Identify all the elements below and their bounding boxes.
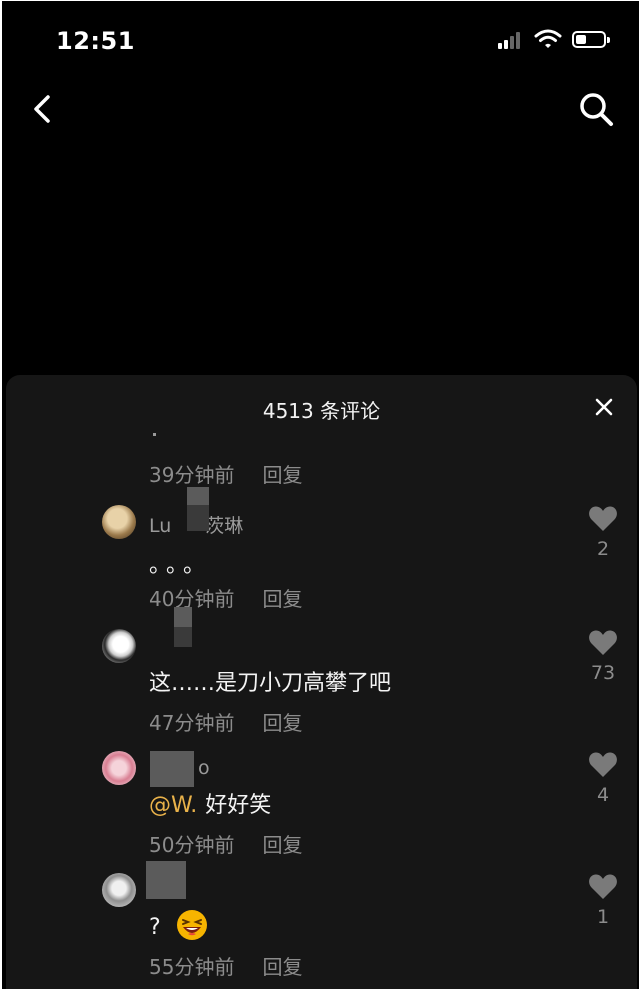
heart-icon — [589, 874, 617, 899]
battery-icon — [572, 31, 610, 48]
redaction-block — [150, 751, 194, 787]
comment-time: 55分钟前 — [149, 955, 235, 979]
heart-icon — [589, 506, 617, 531]
phone-screen: 12:51 4513 条评论 39分钟前 回复 Lu 茨琳 。。。 40分钟前 … — [2, 1, 639, 989]
comments-sheet: 4513 条评论 39分钟前 回复 Lu 茨琳 。。。 40分钟前 回复 2 这… — [6, 375, 637, 989]
mention-link[interactable]: @W. — [149, 793, 197, 818]
avatar — [102, 505, 136, 539]
wifi-icon — [534, 28, 562, 54]
comment-text: 。。。 — [149, 553, 212, 578]
comment-text: 这……是刀小刀高攀了吧 — [149, 671, 392, 696]
comment-meta: 40分钟前 回复 — [149, 583, 302, 612]
close-button[interactable] — [592, 395, 616, 419]
reply-button[interactable]: 回复 — [262, 951, 302, 980]
comment-time: 39分钟前 — [149, 463, 235, 487]
reply-button[interactable]: 回复 — [262, 707, 302, 736]
like-button[interactable]: 4 — [586, 751, 620, 806]
like-button[interactable]: 1 — [586, 873, 620, 928]
redaction-block — [187, 487, 209, 505]
status-time: 12:51 — [56, 27, 135, 55]
sheet-title: 4513 条评论 — [262, 399, 381, 423]
like-count: 73 — [590, 662, 616, 684]
reply-button[interactable]: 回复 — [262, 583, 302, 612]
avatar — [102, 873, 136, 907]
signal-icon — [498, 31, 524, 49]
like-count: 2 — [596, 538, 610, 560]
reply-button[interactable]: 回复 — [262, 459, 302, 488]
cut-off-text — [153, 433, 156, 436]
laughing-emoji-icon — [176, 909, 208, 947]
comment-text: @W. 好好笑 — [149, 793, 272, 818]
search-button[interactable] — [576, 89, 616, 129]
comment-time: 47分钟前 — [149, 711, 235, 735]
comment-meta: 55分钟前 回复 — [149, 951, 302, 980]
close-icon — [595, 398, 613, 416]
comment-meta: 47分钟前 回复 — [149, 707, 302, 736]
comment-meta: 50分钟前 回复 — [149, 829, 302, 858]
redaction-block — [146, 861, 186, 899]
like-button[interactable]: 2 — [586, 505, 620, 560]
like-button[interactable]: 73 — [586, 629, 620, 684]
avatar — [102, 629, 136, 663]
comment-time: 50分钟前 — [149, 833, 235, 857]
back-button[interactable] — [28, 89, 58, 129]
status-bar: 12:51 — [2, 1, 639, 81]
comment-meta: 39分钟前 回复 — [149, 459, 302, 488]
comment-text: ? — [149, 909, 208, 947]
like-count: 4 — [596, 784, 610, 806]
like-count: 1 — [596, 906, 610, 928]
reply-button[interactable]: 回复 — [262, 829, 302, 858]
heart-icon — [589, 752, 617, 777]
comment-username[interactable]: o — [198, 757, 210, 779]
avatar — [102, 751, 136, 785]
search-icon — [580, 93, 613, 126]
redaction-block — [174, 607, 192, 627]
chevron-left-icon — [34, 95, 50, 123]
redaction-block — [174, 627, 192, 647]
heart-icon — [589, 630, 617, 655]
redaction-block — [187, 505, 209, 531]
